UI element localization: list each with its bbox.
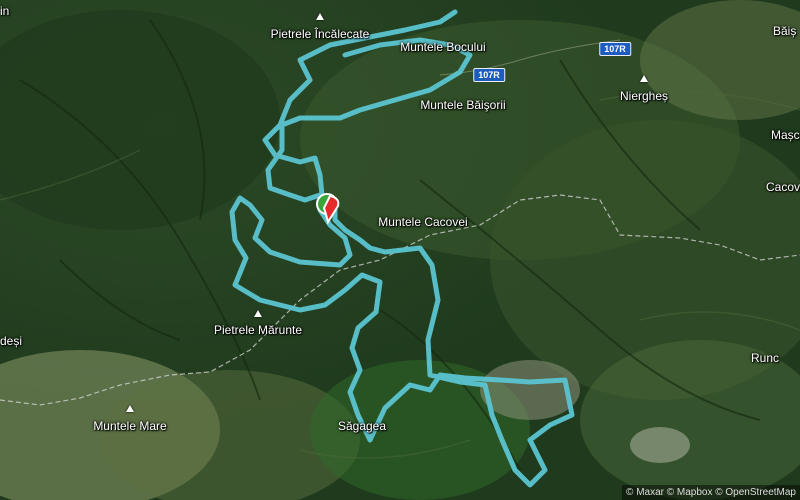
place-label: Runc [750, 351, 780, 365]
place-label: in [0, 4, 10, 18]
route-start-end-marker[interactable] [314, 190, 344, 230]
map-attribution: © Maxar © Mapbox © OpenStreetMap [622, 485, 800, 500]
place-label: Muntele Mare [93, 419, 167, 433]
place-label: Pietrele Încălecate [270, 27, 370, 41]
road-shield: 107R [599, 42, 631, 56]
place-label: Pietrele Mărunte [213, 323, 303, 337]
satellite-map[interactable]: Pietrele Încălecate Muntele Bocului Munt… [0, 0, 800, 500]
peak-icon [316, 13, 324, 20]
place-label: Săgagea [337, 419, 387, 433]
peak-icon [126, 405, 134, 412]
place-label: Mașc [771, 128, 800, 142]
place-label: Muntele Cacovei [378, 215, 468, 229]
place-label: Muntele Băişorii [420, 98, 506, 112]
road-shield: 107R [473, 68, 505, 82]
place-label: Cacov [766, 180, 800, 194]
place-label: Băiș [773, 24, 797, 38]
place-label: Niergheș [619, 89, 669, 103]
place-label: deși [0, 334, 23, 348]
peak-icon [640, 75, 648, 82]
place-label: Muntele Bocului [400, 40, 486, 54]
peak-icon [254, 310, 262, 317]
